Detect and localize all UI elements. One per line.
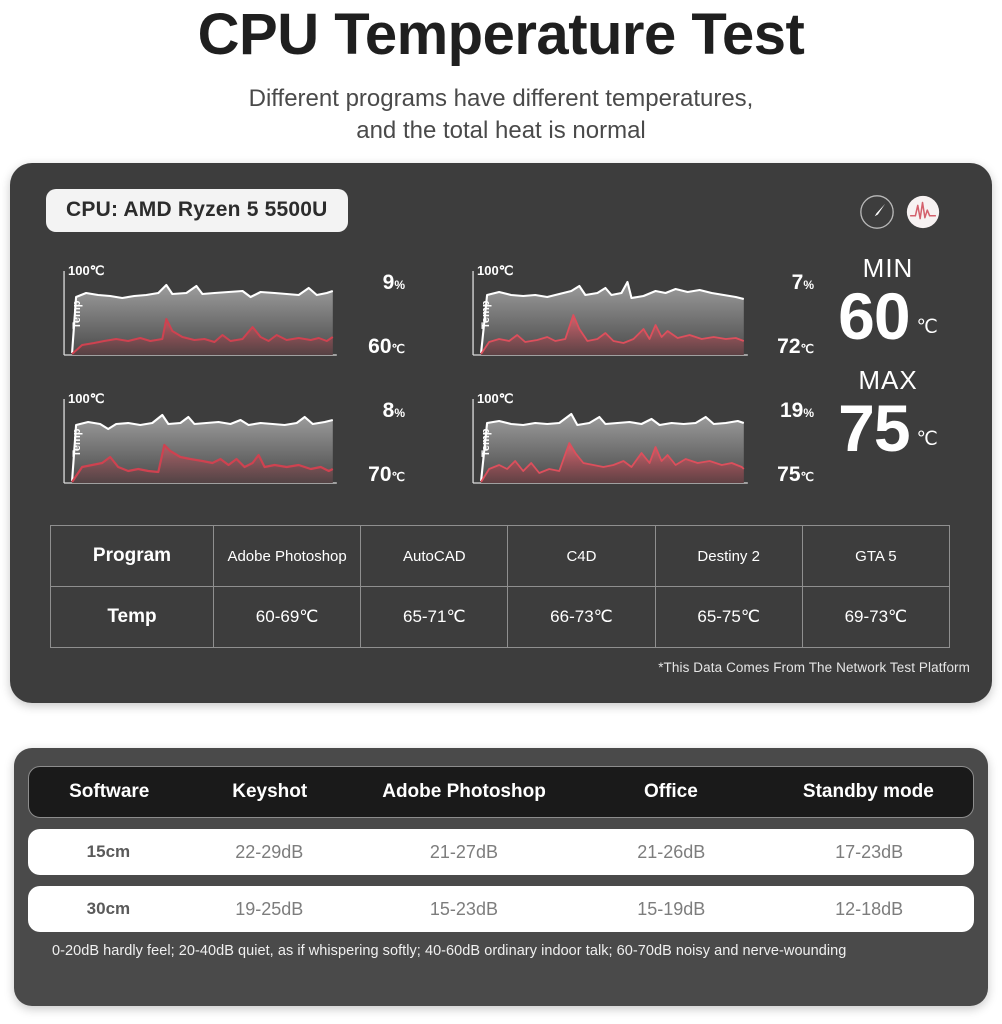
chart-temp-3: 70℃ bbox=[368, 463, 405, 486]
temp-chart-4: 100℃ Temp 19% 75℃ bbox=[455, 383, 816, 501]
temp-cell-0: 60-69℃ bbox=[212, 586, 362, 648]
noise-distance-0: 15cm bbox=[86, 842, 131, 861]
page-title: CPU Temperature Test bbox=[197, 2, 805, 67]
temp-cell-1: 65-71℃ bbox=[360, 586, 509, 648]
program-cell-0: Adobe Photoshop bbox=[212, 525, 362, 587]
noise-header-1: Keyshot bbox=[232, 781, 308, 802]
table-row-program: Program Adobe Photoshop AutoCAD C4D Dest… bbox=[50, 525, 951, 587]
page-root: CPU Temperature Test Different programs … bbox=[0, 0, 1002, 1024]
row-header-program: Program bbox=[50, 525, 214, 587]
chart-y-label-1: Temp bbox=[71, 300, 83, 329]
temp-chart-1: 100℃ Temp 9% 60℃ bbox=[46, 255, 407, 373]
noise-header-3: Office bbox=[643, 781, 698, 802]
noise-value-0-1: 21-27dB bbox=[429, 841, 498, 862]
max-label: MAX bbox=[858, 365, 918, 395]
chart-temp-1: 60℃ bbox=[368, 335, 405, 358]
cpu-temperature-panel: CPU: AMD Ryzen 5 5500U 100℃ Temp 9% 60℃ … bbox=[10, 163, 992, 703]
subtitle-line-1: Different programs have different temper… bbox=[248, 84, 754, 112]
header: CPU Temperature Test Different programs … bbox=[0, 0, 1002, 147]
chart-usage-3: 8% bbox=[382, 399, 405, 422]
max-block: MAX 75 ℃ bbox=[800, 367, 976, 461]
chart-readout-1: 9% 60℃ bbox=[331, 261, 405, 367]
noise-value-0-2: 21-26dB bbox=[637, 841, 706, 862]
temp-cell-3: 65-75℃ bbox=[654, 586, 803, 648]
noise-distance-1: 30cm bbox=[86, 899, 131, 918]
noise-header-2: Adobe Photoshop bbox=[382, 781, 546, 802]
temp-chart-2: 100℃ Temp 7% 72℃ bbox=[455, 255, 816, 373]
max-value: 75 bbox=[838, 391, 910, 465]
program-temperature-table: Program Adobe Photoshop AutoCAD C4D Dest… bbox=[50, 525, 951, 648]
cpu-model-badge: CPU: AMD Ryzen 5 5500U bbox=[46, 189, 348, 232]
min-max-summary: MIN 60 ℃ MAX 75 ℃ bbox=[800, 255, 976, 505]
panel-footnote: *This Data Comes From The Network Test P… bbox=[658, 660, 970, 675]
temp-cell-2: 66-73℃ bbox=[507, 586, 656, 648]
noise-value-1-3: 12-18dB bbox=[835, 898, 904, 919]
noise-value-0-0: 22-29dB bbox=[235, 841, 304, 862]
min-value: 60 bbox=[838, 279, 910, 353]
noise-level-card: Software Keyshot Adobe Photoshop Office … bbox=[14, 748, 988, 1006]
min-label: MIN bbox=[862, 253, 914, 283]
chart-usage-1: 9% bbox=[382, 271, 405, 294]
pulse-waveform-icon[interactable] bbox=[904, 193, 942, 231]
subtitle-line-2: and the total heat is normal bbox=[356, 117, 646, 145]
max-unit: ℃ bbox=[916, 429, 938, 450]
program-cell-3: Destiny 2 bbox=[654, 525, 803, 587]
chart-y-label-4: Temp bbox=[480, 428, 492, 457]
noise-value-1-0: 19-25dB bbox=[235, 898, 304, 919]
noise-header-0: Software bbox=[69, 781, 150, 802]
gauge-icon[interactable] bbox=[858, 193, 896, 231]
panel-icon-row bbox=[858, 193, 942, 231]
table-row: 30cm 19-25dB 15-23dB 15-19dB 12-18dB bbox=[28, 886, 974, 932]
noise-value-0-3: 17-23dB bbox=[835, 841, 904, 862]
chart-y-label-3: Temp bbox=[71, 428, 83, 457]
row-header-temp: Temp bbox=[50, 586, 214, 648]
min-block: MIN 60 ℃ bbox=[800, 255, 976, 349]
chart-axis-max-3: 100℃ bbox=[68, 391, 104, 406]
table-row-temp: Temp 60-69℃ 65-71℃ 66-73℃ 65-75℃ 69-73℃ bbox=[50, 586, 951, 648]
chart-readout-3: 8% 70℃ bbox=[331, 389, 405, 495]
table-row: 15cm 22-29dB 21-27dB 21-26dB 17-23dB bbox=[28, 829, 974, 875]
chart-axis-max-2: 100℃ bbox=[477, 263, 513, 278]
chart-axis-max-4: 100℃ bbox=[477, 391, 513, 406]
chart-y-label-2: Temp bbox=[480, 300, 492, 329]
program-cell-1: AutoCAD bbox=[360, 525, 509, 587]
chart-grid: 100℃ Temp 9% 60℃ 100℃ Temp 7% 72℃ 100℃ T… bbox=[46, 255, 816, 501]
noise-footnote: 0-20dB hardly feel; 20-40dB quiet, as if… bbox=[52, 943, 847, 959]
page-subtitle: Different programs have different temper… bbox=[0, 83, 1002, 148]
program-cell-2: C4D bbox=[507, 525, 656, 587]
program-cell-4: GTA 5 bbox=[801, 525, 951, 587]
temp-chart-3: 100℃ Temp 8% 70℃ bbox=[46, 383, 407, 501]
temp-cell-4: 69-73℃ bbox=[801, 586, 951, 648]
noise-table-header: Software Keyshot Adobe Photoshop Office … bbox=[28, 766, 974, 818]
noise-header-4: Standby mode bbox=[802, 781, 934, 802]
chart-axis-max-1: 100℃ bbox=[68, 263, 104, 278]
noise-value-1-1: 15-23dB bbox=[429, 898, 498, 919]
noise-value-1-2: 15-19dB bbox=[637, 898, 706, 919]
min-unit: ℃ bbox=[916, 317, 938, 338]
